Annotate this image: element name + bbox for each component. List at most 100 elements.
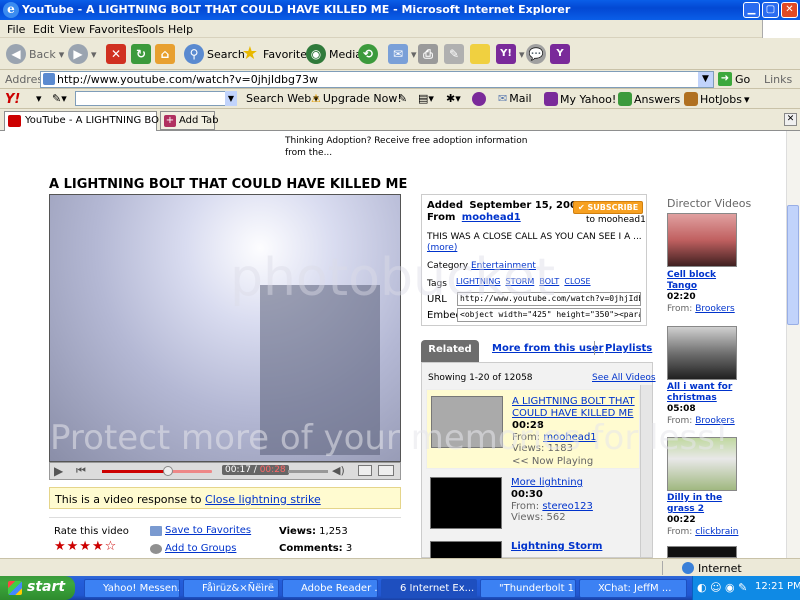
- yahoo-avatar-icon[interactable]: [472, 92, 486, 106]
- edit-button[interactable]: ✎: [444, 44, 464, 64]
- yahoo-logo-icon[interactable]: Y!: [5, 92, 20, 107]
- yahoo-messenger-button[interactable]: Y: [550, 44, 570, 64]
- my-yahoo-link[interactable]: My Yahoo!: [544, 92, 616, 106]
- tab-more-from-user[interactable]: More from this user: [492, 343, 604, 354]
- mail-button[interactable]: ✉ ▾: [388, 44, 417, 64]
- start-button[interactable]: start: [0, 576, 75, 600]
- menu-help[interactable]: Help: [168, 23, 193, 36]
- taskbar-item[interactable]: Fåìrüz&×Ñëìrë (...: [183, 579, 279, 598]
- page-scrollbar-thumb[interactable]: [787, 205, 799, 325]
- tab-playlists[interactable]: Playlists: [605, 343, 652, 354]
- list-item[interactable]: Lightning Storm: [426, 539, 640, 559]
- screen-size-icon[interactable]: [358, 465, 372, 476]
- director-thumbnail[interactable]: [667, 213, 737, 267]
- menu-favorites[interactable]: Favorites: [89, 23, 139, 36]
- director-user-link[interactable]: Brookers: [695, 304, 735, 314]
- search-button[interactable]: ⚲ Search: [184, 44, 245, 64]
- save-favorites-link[interactable]: Save to Favorites: [150, 525, 251, 536]
- tag-link[interactable]: STORM: [506, 277, 535, 286]
- see-all-videos-link[interactable]: See All Videos: [592, 373, 656, 383]
- page-scrollbar[interactable]: [786, 131, 800, 558]
- taskbar-item[interactable]: Yahoo! Messen...: [84, 579, 180, 598]
- media-button[interactable]: ◉ Media: [306, 44, 362, 64]
- director-thumbnail[interactable]: [667, 437, 737, 491]
- tab-youtube[interactable]: YouTube - A LIGHTNING BOLT T...: [4, 111, 187, 131]
- taskbar-item[interactable]: "Thunderbolt 1...: [480, 579, 576, 598]
- maximize-button[interactable]: ▢: [762, 2, 779, 18]
- search-web-button[interactable]: Search Web ▾: [246, 92, 319, 105]
- menu-edit[interactable]: Edit: [33, 23, 54, 36]
- favorites-button[interactable]: ★ Favorites: [240, 44, 313, 64]
- history-button[interactable]: ⟲: [358, 44, 378, 64]
- related-user-link[interactable]: stereo123: [542, 501, 593, 512]
- play-icon[interactable]: ▶: [54, 464, 63, 478]
- list-item[interactable]: More lightning 00:30 From: stereo123 Vie…: [426, 473, 640, 533]
- refresh-button[interactable]: ↻: [131, 44, 151, 64]
- subscribe-button[interactable]: ✔ SUBSCRIBE: [573, 201, 644, 214]
- mail-link[interactable]: ✉ Mail: [498, 92, 532, 105]
- taskbar-item[interactable]: XChat: JeffM ...: [579, 579, 687, 598]
- pencil-icon[interactable]: ✎▾: [52, 92, 67, 105]
- yahoo-toolbar-button[interactable]: Y! ▾: [496, 44, 525, 64]
- volume-slider[interactable]: [288, 470, 328, 473]
- chevron-down-icon[interactable]: ▾: [36, 92, 42, 105]
- director-user-link[interactable]: Brookers: [695, 416, 735, 426]
- rating-stars[interactable]: ★★★★☆: [54, 539, 117, 554]
- director-thumbnail[interactable]: [667, 326, 737, 380]
- director-title[interactable]: Cell block: [667, 270, 716, 281]
- related-title[interactable]: More lightning: [511, 477, 583, 488]
- home-button[interactable]: ⌂: [155, 44, 175, 64]
- close-button[interactable]: ✕: [781, 2, 798, 18]
- forward-button[interactable]: ▶ ▾: [68, 44, 97, 64]
- director-title[interactable]: grass 2: [667, 504, 704, 515]
- print-button[interactable]: ⎙: [418, 44, 438, 64]
- tag-link[interactable]: CLOSE: [564, 277, 590, 286]
- director-title[interactable]: christmas: [667, 393, 717, 404]
- embed-field[interactable]: <object width="425" height="350"><param …: [457, 308, 641, 322]
- close-tab-icon[interactable]: ✕: [784, 113, 797, 126]
- taskbar-item-active[interactable]: 6 Internet Ex...: [381, 579, 477, 598]
- discuss-button[interactable]: [470, 44, 490, 64]
- video-thumbnail[interactable]: [431, 396, 503, 448]
- address-dropdown-icon[interactable]: ▼: [698, 72, 713, 87]
- tab-related[interactable]: Related: [421, 340, 479, 362]
- add-groups-link[interactable]: Add to Groups: [150, 543, 236, 554]
- video-thumbnail[interactable]: [430, 477, 502, 529]
- ad-line-2[interactable]: from the...: [285, 147, 545, 159]
- video-thumbnail[interactable]: [430, 541, 502, 559]
- video-player[interactable]: [49, 194, 401, 462]
- pen-icon[interactable]: ✎: [398, 92, 407, 105]
- director-user-link[interactable]: clickbrain: [695, 527, 738, 537]
- taskbar-item[interactable]: Adobe Reader ...: [282, 579, 378, 598]
- director-title[interactable]: Dilly in the: [667, 493, 722, 504]
- volume-icon[interactable]: ◀): [332, 464, 345, 477]
- menu-view[interactable]: View: [59, 23, 85, 36]
- menu-file[interactable]: File: [7, 23, 25, 36]
- related-scrollbar[interactable]: [640, 385, 652, 557]
- tray-icons[interactable]: ◐ ☺ ◉ ✎: [697, 581, 747, 594]
- ad-line-1[interactable]: Thinking Adoption? Receive free adoption…: [285, 135, 545, 147]
- related-title[interactable]: A LIGHTNING BOLT THAT: [512, 396, 635, 407]
- director-title[interactable]: Tango: [667, 281, 697, 292]
- rewind-icon[interactable]: ⏮: [76, 464, 86, 478]
- address-input[interactable]: http://www.youtube.com/watch?v=0jhjIdbg7…: [40, 71, 714, 88]
- hotjobs-link[interactable]: HotJobs ▾: [684, 92, 750, 106]
- url-field[interactable]: http://www.youtube.com/watch?v=0jhjIdbg7…: [457, 292, 641, 306]
- more-link[interactable]: (more): [427, 243, 457, 253]
- progress-knob[interactable]: [163, 466, 173, 476]
- stop-button[interactable]: ✕: [106, 44, 126, 64]
- links-button[interactable]: Links: [764, 73, 792, 86]
- director-title[interactable]: All i want for: [667, 382, 732, 393]
- progress-track[interactable]: [102, 466, 212, 476]
- list-item[interactable]: A LIGHTNING BOLT THAT COULD HAVE KILLED …: [426, 389, 640, 469]
- go-button[interactable]: ➜ Go: [718, 72, 750, 86]
- tag-link[interactable]: LIGHTNING: [456, 277, 500, 286]
- messenger-button[interactable]: 💬: [526, 44, 546, 64]
- related-title[interactable]: COULD HAVE KILLED ME: [512, 408, 633, 419]
- back-button[interactable]: ◀ Back ▾: [6, 44, 64, 64]
- category-link[interactable]: Entertainment: [471, 261, 536, 271]
- related-user-link[interactable]: moohead1: [543, 432, 596, 443]
- upgrade-button[interactable]: ⚠ Upgrade Now!: [311, 92, 402, 105]
- highlight-icon[interactable]: ▤▾: [418, 92, 434, 105]
- minimize-button[interactable]: ▁: [743, 2, 760, 18]
